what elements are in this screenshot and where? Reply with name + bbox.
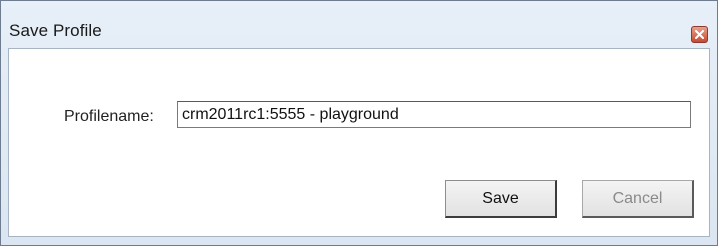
close-button[interactable] bbox=[691, 26, 708, 43]
save-button[interactable]: Save bbox=[445, 180, 557, 218]
profilename-label: Profilename: bbox=[64, 108, 154, 125]
save-profile-dialog: Save Profile Profilename: Save Cancel bbox=[0, 0, 718, 246]
window-title: Save Profile bbox=[9, 21, 102, 40]
title-bar[interactable]: Save Profile bbox=[1, 1, 717, 47]
close-icon bbox=[695, 30, 704, 39]
cancel-button[interactable]: Cancel bbox=[582, 180, 694, 218]
dialog-body: Profilename: Save Cancel bbox=[8, 48, 710, 237]
profilename-input[interactable] bbox=[177, 101, 691, 128]
